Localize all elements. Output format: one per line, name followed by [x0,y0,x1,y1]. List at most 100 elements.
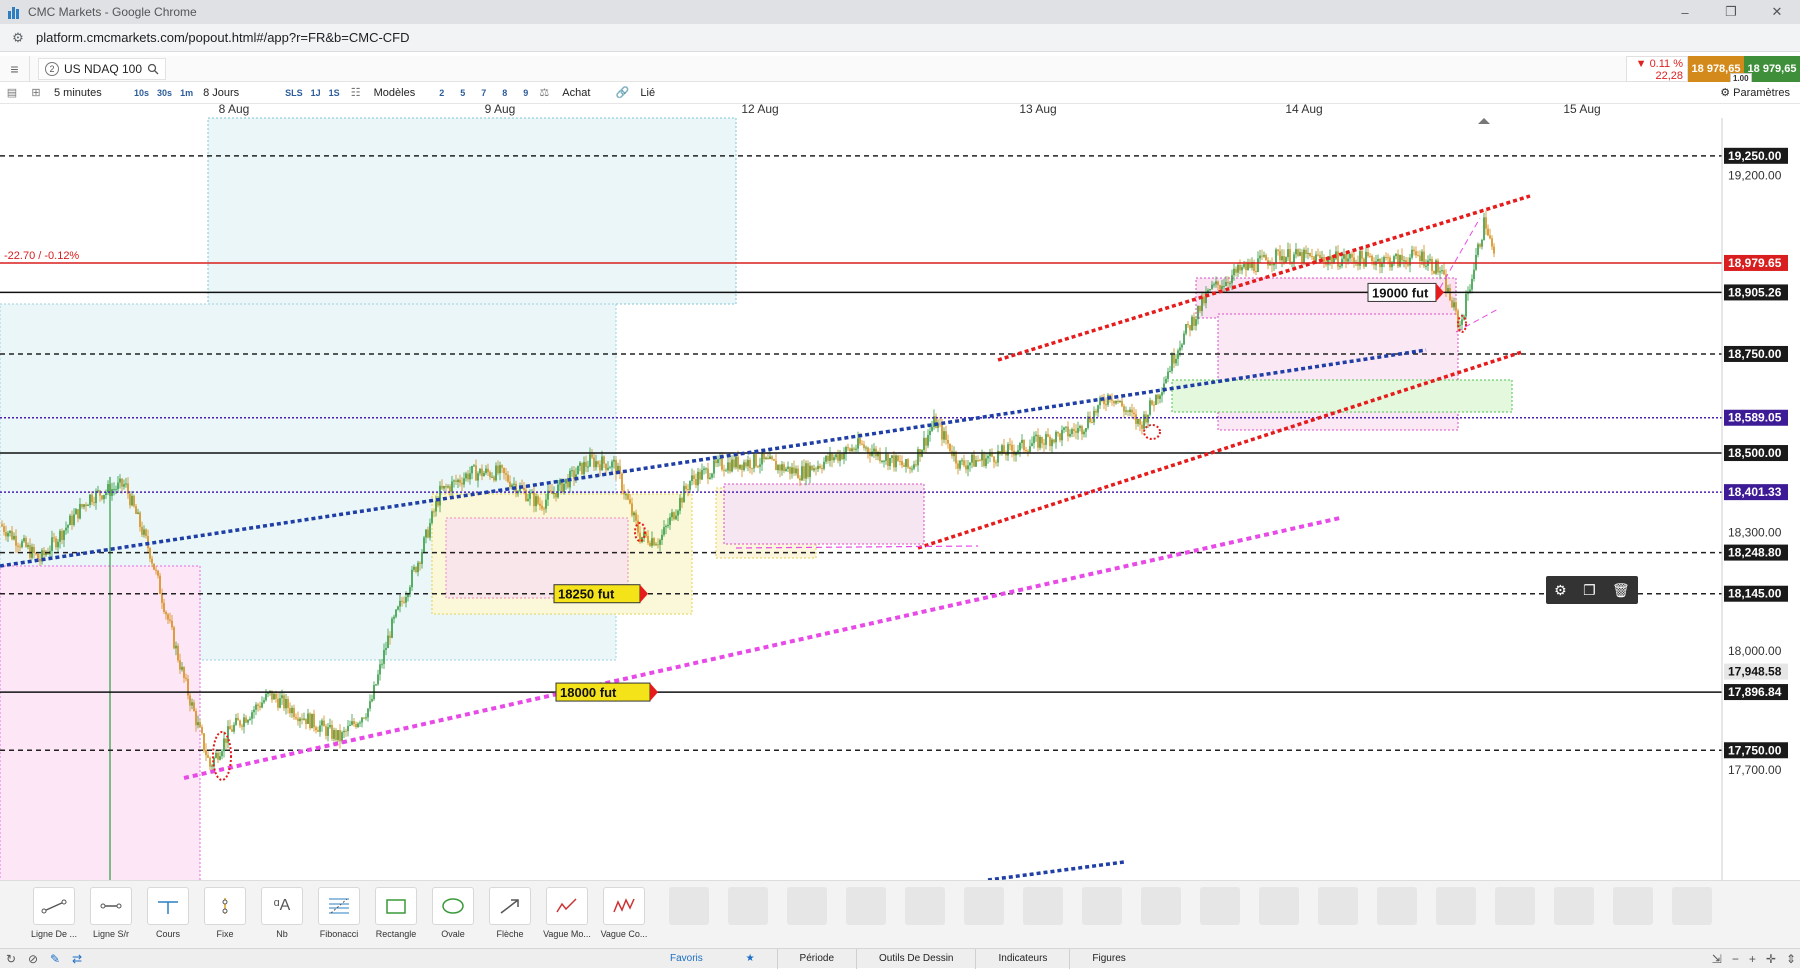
interval-10s[interactable]: 10s [130,88,153,98]
close-button[interactable]: ✕ [1754,0,1800,24]
candle-body [201,727,203,734]
empty-tool-slot[interactable] [1200,887,1240,925]
empty-tool-slot[interactable] [1023,887,1063,925]
tab-figures[interactable]: Figures [1070,949,1147,969]
block-icon[interactable]: ⊘ [22,952,44,966]
copy-icon[interactable]: ❐ [1583,582,1596,599]
search-icon[interactable] [147,63,159,75]
candle-body [777,465,779,471]
candle-body [857,438,859,449]
tool-text[interactable]: ᵅA Nb [256,887,308,939]
url-text[interactable]: platform.cmcmarkets.com/popout.html#/app… [36,30,410,45]
candle-body [1309,253,1311,256]
interval-1m[interactable]: 1m [176,88,197,98]
address-bar[interactable]: ⚙ platform.cmcmarkets.com/popout.html#/a… [0,24,1800,52]
grid-icon[interactable]: ⊞ [24,86,48,99]
model-7[interactable]: 7 [477,88,490,98]
link-button[interactable]: Lié [634,87,661,99]
tool-oval[interactable]: Ovale [427,887,479,939]
empty-tool-slot[interactable] [905,887,945,925]
empty-tool-slot[interactable] [1495,887,1535,925]
range-select[interactable]: 8 Jours [197,87,281,99]
range-1s[interactable]: 1S [325,88,344,98]
interval-30s[interactable]: 30s [153,88,176,98]
cursor-icon[interactable]: ⇄ [66,952,88,966]
model-8[interactable]: 8 [498,88,511,98]
crosshair-icon[interactable]: ✛ [1766,952,1776,966]
model-2[interactable]: 2 [435,88,448,98]
tab-favoris[interactable]: Favoris ★ [648,948,778,969]
models-icon[interactable]: ☷ [344,86,368,99]
empty-tool-slot[interactable] [1377,887,1417,925]
candle-body [381,663,383,665]
tab-periode[interactable]: Période [778,948,858,969]
tool-trendline[interactable]: Ligne De ... [28,887,80,939]
candle-body [23,538,25,542]
empty-tool-slot[interactable] [669,887,709,925]
empty-tool-slot[interactable] [1082,887,1122,925]
empty-tool-slot[interactable] [787,887,827,925]
candle-body [1433,270,1435,274]
tab-indicators[interactable]: Indicateurs [976,948,1071,969]
tool-price[interactable]: Cours [142,887,194,939]
layout-icon[interactable]: ▤ [0,86,24,99]
candle-body [1143,414,1145,429]
empty-tool-slot[interactable] [1554,887,1594,925]
tool-fixed[interactable]: Fixe [199,887,251,939]
trash-icon[interactable]: 🗑 [1612,582,1630,599]
tab-drawing-tools[interactable]: Outils De Dessin [857,948,977,969]
candle-body [293,707,295,718]
candle-body [803,466,805,479]
empty-tool-slot[interactable] [1141,887,1181,925]
empty-tool-slot[interactable] [1318,887,1358,925]
candle-body [439,485,441,506]
price-chart[interactable]: 8 Aug 9 Aug 12 Aug 13 Aug 14 Aug 15 Aug 19,25… [0,104,1800,880]
empty-tool-slot[interactable] [1613,887,1653,925]
buy-icon[interactable]: ⚖ [532,86,556,99]
models-button[interactable]: Modèles [368,87,422,99]
tool-sr-line[interactable]: Ligne S/r [85,887,137,939]
link-icon[interactable]: 🔗 [610,86,634,99]
range-1j[interactable]: 1J [307,88,325,98]
candle-body [451,481,453,492]
pencil-icon[interactable]: ✎ [44,952,66,966]
candle-body [421,552,423,564]
instrument-selector[interactable]: 2 US NDAQ 100 [38,57,167,80]
buy-button[interactable]: Achat [556,87,596,99]
restore-button[interactable]: ❐ [1708,0,1754,24]
empty-tool-slot[interactable] [1672,887,1712,925]
candle-body [1299,252,1301,256]
empty-tool-slot[interactable] [846,887,886,925]
buy-price-button[interactable]: 18 979,65 1.00 [1730,56,1800,84]
empty-tool-slot[interactable] [964,887,1004,925]
resize-icon[interactable]: ⇲ [1712,952,1722,966]
settings-button[interactable]: ⚙ Paramètres [1720,86,1790,99]
empty-tool-slot[interactable] [1436,887,1476,925]
timeframe-select[interactable]: 5 minutes [48,87,130,99]
fit-icon[interactable]: ⇕ [1786,952,1796,966]
tool-fibonacci[interactable]: Fibonacci [313,887,365,939]
tool-motive-wave[interactable]: Vague Mo... [541,887,593,939]
candle-body [1241,267,1243,271]
tool-arrow[interactable]: Flèche [484,887,536,939]
site-settings-icon[interactable]: ⚙ [10,30,26,46]
gear-icon[interactable]: ⚙ [1554,582,1567,599]
tool-rectangle[interactable]: Rectangle [370,887,422,939]
zoom-in-icon[interactable]: + [1749,952,1756,966]
candle-body [1397,254,1399,267]
candle-body [863,444,865,448]
empty-tool-slot[interactable] [1259,887,1299,925]
menu-icon[interactable]: ≡ [0,55,30,82]
model-9[interactable]: 9 [519,88,532,98]
zoom-out-icon[interactable]: − [1732,952,1739,966]
model-5[interactable]: 5 [456,88,469,98]
minimize-button[interactable]: – [1662,0,1708,24]
candle-body [671,512,673,518]
range-sls[interactable]: SLS [281,88,307,98]
tool-corrective-wave[interactable]: Vague Co... [598,887,650,939]
candle-body [1119,400,1121,403]
refresh-icon[interactable]: ↻ [0,952,22,966]
candle-body [711,473,713,478]
candle-body [1295,249,1297,255]
empty-tool-slot[interactable] [728,887,768,925]
